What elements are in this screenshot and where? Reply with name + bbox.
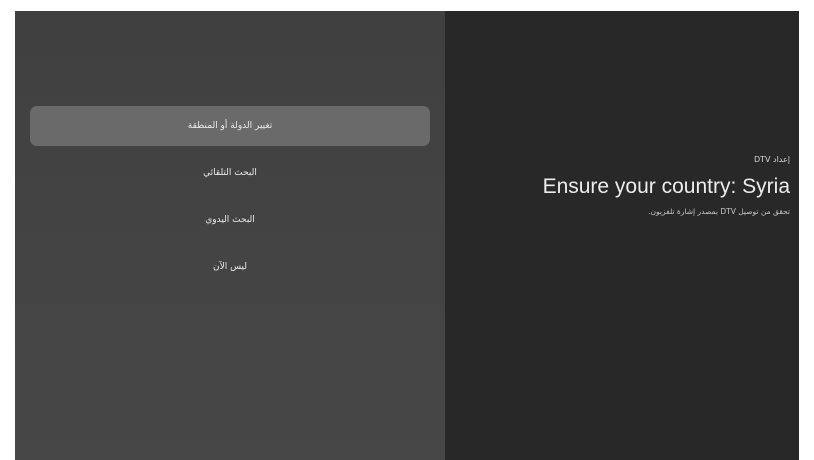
- menu-item-auto-search[interactable]: البحث التلقائي: [30, 153, 430, 193]
- options-panel: تغيير الدولة أو المنطقة البحث التلقائي ا…: [15, 11, 445, 460]
- menu-item-change-country[interactable]: تغيير الدولة أو المنطقة: [30, 106, 430, 146]
- menu-item-label: البحث التلقائي: [203, 168, 257, 178]
- menu-item-label: البحث اليدوي: [205, 215, 255, 225]
- info-panel: إعداد DTV Ensure your country: Syria تحق…: [445, 11, 799, 460]
- menu-item-label: تغيير الدولة أو المنطقة: [187, 121, 273, 131]
- menu-item-manual-search[interactable]: البحث اليدوي: [30, 200, 430, 240]
- setup-label: إعداد DTV: [753, 155, 790, 164]
- page-title: Ensure your country: Syria: [542, 175, 790, 198]
- menu-item-label: ليس الآن: [212, 262, 248, 272]
- options-menu: تغيير الدولة أو المنطقة البحث التلقائي ا…: [30, 106, 430, 294]
- setup-description: تحقق من توصيل DTV بمصدر إشارة تلفزيون.: [648, 207, 790, 216]
- tv-screen: تغيير الدولة أو المنطقة البحث التلقائي ا…: [15, 11, 799, 460]
- menu-item-not-now[interactable]: ليس الآن: [30, 247, 430, 287]
